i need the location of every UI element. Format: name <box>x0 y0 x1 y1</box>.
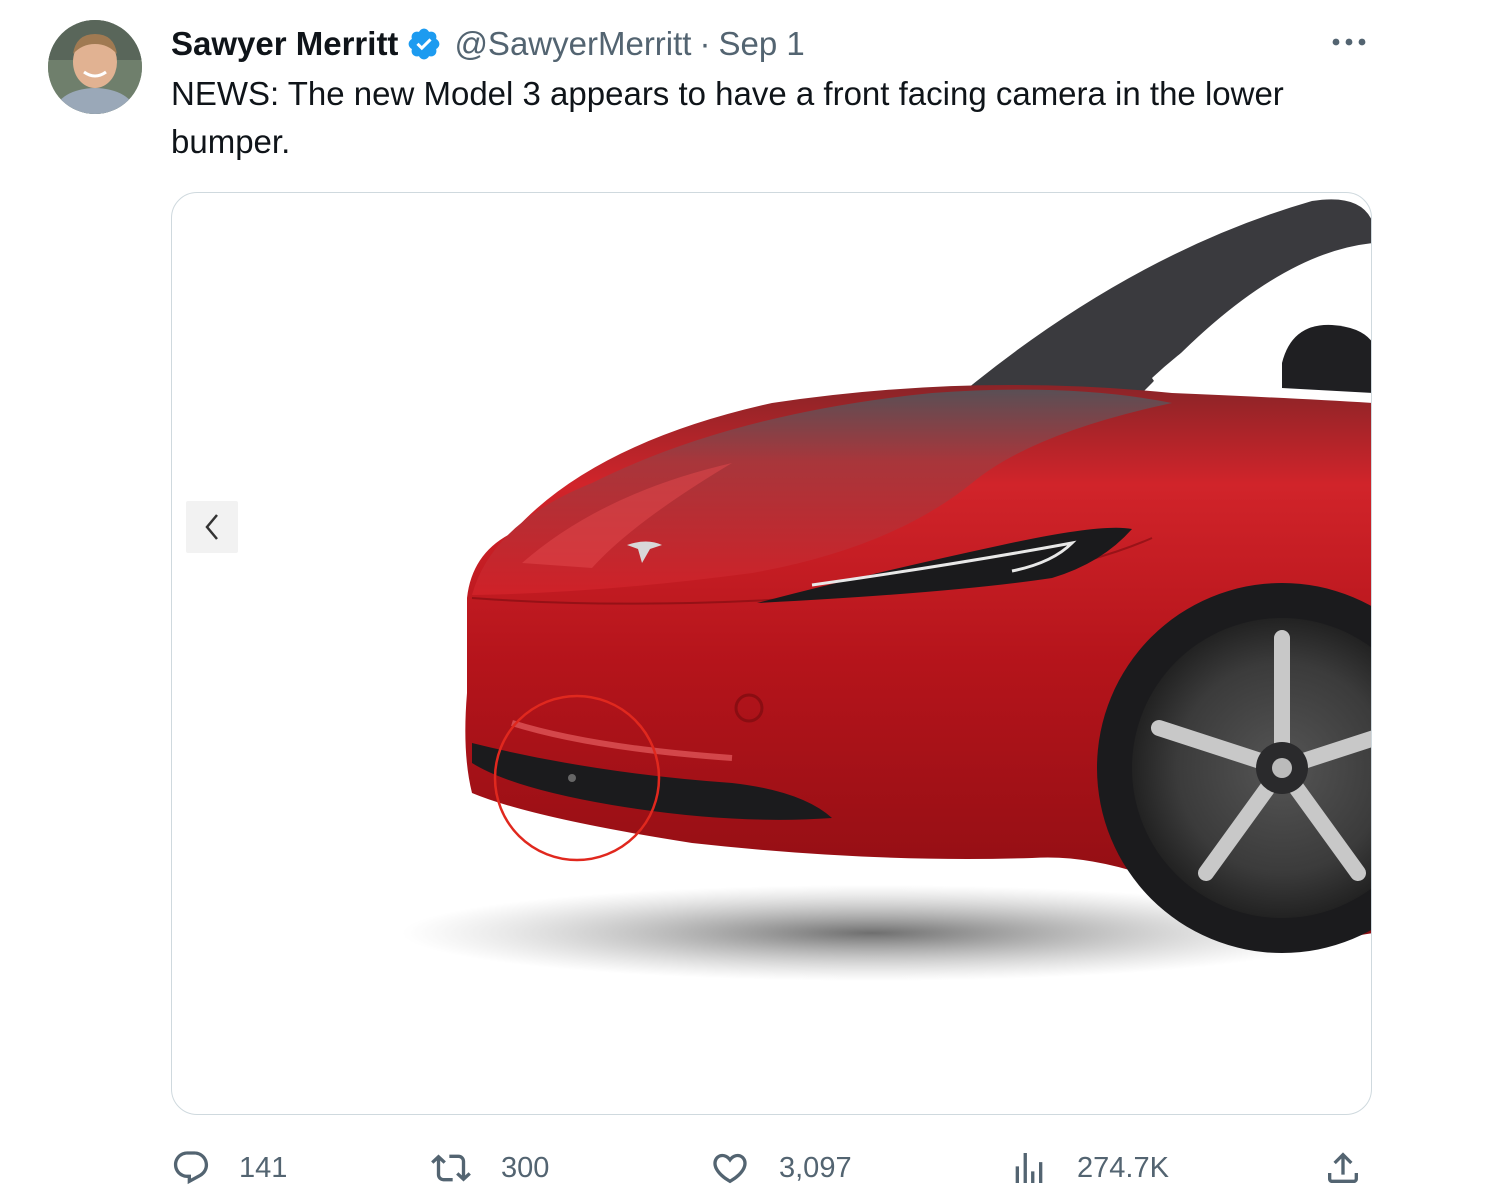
tweet-media[interactable] <box>171 192 1372 1115</box>
tweet-header: Sawyer Merritt @SawyerMerritt · Sep 1 <box>171 22 805 66</box>
author-avatar[interactable] <box>48 20 142 114</box>
tweet-text: NEWS: The new Model 3 appears to have a … <box>171 75 1284 160</box>
author-handle[interactable]: @SawyerMerritt <box>454 25 691 63</box>
more-dots-icon <box>1332 38 1366 46</box>
more-options-button[interactable] <box>1325 24 1373 60</box>
share-upload-icon <box>1323 1148 1363 1188</box>
separator-dot: · <box>699 25 711 62</box>
verified-badge-icon[interactable] <box>406 26 442 62</box>
tweet: Sawyer Merritt @SawyerMerritt · Sep 1 NE… <box>0 0 1488 1198</box>
views-button[interactable]: 274.7K <box>1009 1140 1169 1196</box>
reply-button[interactable]: 141 <box>171 1140 287 1196</box>
media-prev-button[interactable] <box>186 501 238 553</box>
reply-count: 141 <box>239 1151 288 1184</box>
like-button[interactable]: 3,097 <box>709 1140 852 1196</box>
tweet-timestamp[interactable]: Sep 1 <box>718 25 804 63</box>
like-count: 3,097 <box>779 1151 852 1184</box>
retweet-button[interactable]: 300 <box>429 1140 549 1196</box>
views-chart-icon <box>1009 1148 1049 1188</box>
author-display-name[interactable]: Sawyer Merritt <box>171 25 398 63</box>
share-button[interactable] <box>1323 1140 1363 1196</box>
car-photo <box>402 199 1371 981</box>
retweet-count: 300 <box>501 1151 550 1184</box>
chevron-left-icon <box>205 514 218 540</box>
avatar-photo <box>48 20 142 114</box>
heart-icon <box>709 1148 751 1188</box>
reply-icon <box>171 1148 211 1188</box>
tweet-actions: 141 300 3,097 274.7K <box>171 1140 1371 1196</box>
retweet-icon <box>429 1148 473 1188</box>
views-count: 274.7K <box>1077 1151 1169 1184</box>
